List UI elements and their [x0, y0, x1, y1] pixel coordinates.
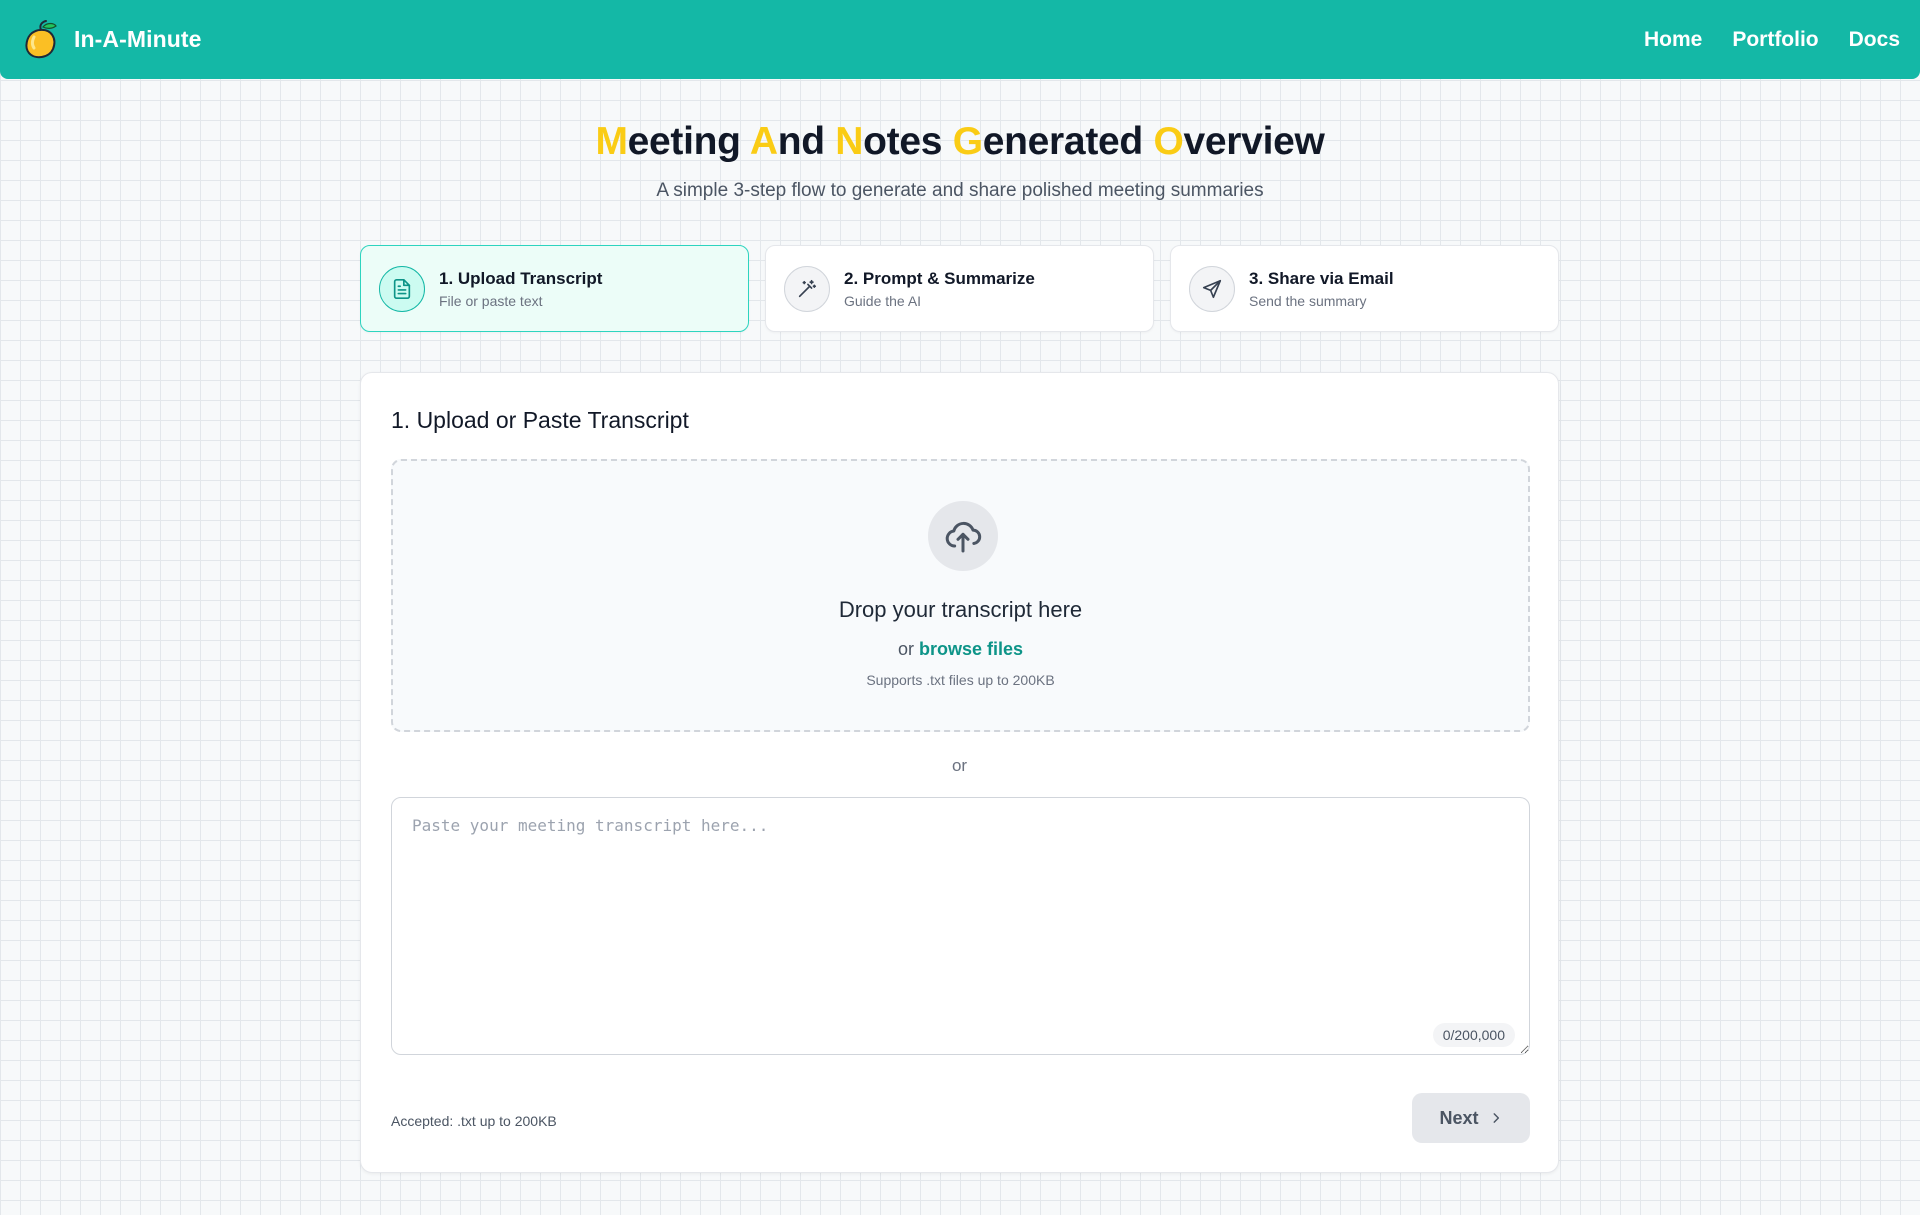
brand[interactable]: In-A-Minute: [22, 19, 202, 61]
page-title: Meeting And Notes Generated Overview: [0, 120, 1920, 164]
nav-links: Home Portfolio Docs: [1644, 28, 1900, 52]
accepted-file-note: Accepted: .txt up to 200KB: [391, 1113, 557, 1129]
step-prompt-summarize[interactable]: 2. Prompt & Summarize Guide the AI: [765, 245, 1154, 332]
upload-card: 1. Upload or Paste Transcript Drop your …: [360, 372, 1559, 1173]
step-upload-transcript[interactable]: 1. Upload Transcript File or paste text: [360, 245, 749, 332]
step-subtitle: Guide the AI: [844, 292, 922, 309]
step-title: 2. Prompt & Summarize: [844, 268, 1035, 288]
file-dropzone[interactable]: Drop your transcript here or browse file…: [391, 459, 1530, 732]
nav-link-docs[interactable]: Docs: [1849, 28, 1900, 52]
dropzone-note: Supports .txt files up to 200KB: [866, 672, 1055, 688]
top-navbar: In-A-Minute Home Portfolio Docs: [0, 0, 1920, 79]
step-tabs: 1. Upload Transcript File or paste text …: [360, 245, 1559, 332]
transcript-textarea[interactable]: [391, 797, 1530, 1055]
send-icon: [1189, 265, 1235, 312]
title-word: Meeting: [595, 120, 741, 163]
file-text-icon: [379, 265, 425, 312]
step-subtitle: File or paste text: [439, 292, 543, 309]
title-word: Notes: [835, 120, 943, 163]
step-subtitle: Send the summary: [1249, 292, 1367, 309]
next-button-label: Next: [1439, 1107, 1479, 1128]
character-counter: 0/200,000: [1432, 1023, 1515, 1047]
nav-link-portfolio[interactable]: Portfolio: [1732, 28, 1818, 52]
dropzone-title: Drop your transcript here: [838, 597, 1083, 622]
nav-link-home[interactable]: Home: [1644, 28, 1702, 52]
magic-wand-icon: [784, 265, 830, 312]
title-word: And: [749, 120, 825, 163]
mango-logo-icon: [25, 19, 57, 58]
cloud-upload-icon: [928, 501, 998, 571]
step-title: 3. Share via Email: [1249, 268, 1394, 288]
page-subtitle: A simple 3-step flow to generate and sha…: [656, 180, 1264, 201]
title-word: Generated: [952, 120, 1144, 163]
dropzone-or-text: or: [897, 639, 914, 659]
transcript-input-wrapper: 0/200,000: [391, 797, 1530, 1055]
browse-files-link[interactable]: browse files: [919, 639, 1023, 659]
title-word: Overview: [1153, 120, 1325, 163]
chevron-right-icon: [1493, 1113, 1499, 1123]
dropzone-or-line: or browse files: [393, 639, 1528, 660]
or-divider: or: [951, 756, 968, 775]
brand-name: In-A-Minute: [74, 26, 202, 52]
step-share-email[interactable]: 3. Share via Email Send the summary: [1170, 245, 1559, 332]
step-title: 1. Upload Transcript: [439, 268, 603, 288]
card-title: 1. Upload or Paste Transcript: [391, 407, 689, 433]
next-button[interactable]: Next: [1412, 1093, 1530, 1143]
